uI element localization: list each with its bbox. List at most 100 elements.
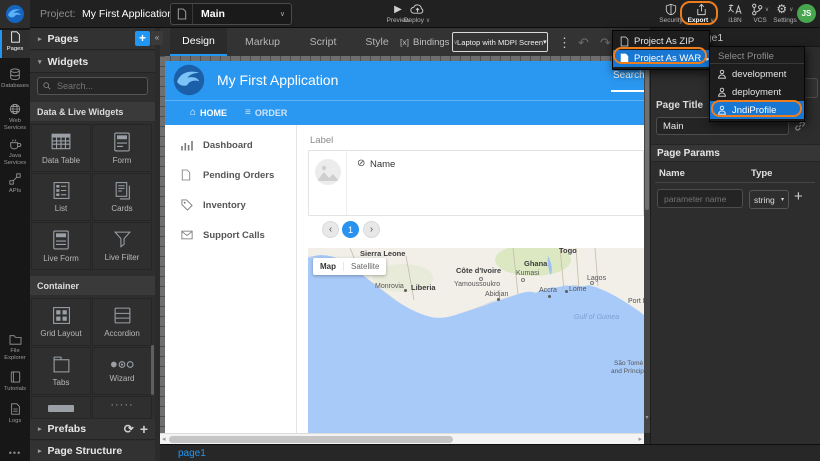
rail-item-file-explorer[interactable]: File Explorer [0,332,30,362]
chevron-down-icon: ∨ [765,6,769,13]
add-prefab-icon[interactable]: + [140,421,148,437]
menu-item-deployment[interactable]: deployment [710,83,804,101]
horizontal-scroll-thumb[interactable] [169,436,453,443]
profile-person-icon [717,87,727,97]
pagination-next[interactable]: › [363,221,380,238]
select-profile-header: Select Profile [710,49,804,64]
tab-design[interactable]: Design [170,28,227,56]
widget-list[interactable]: List [31,173,91,221]
kebab-menu-icon[interactable]: ⋮ [558,35,571,51]
map-label-togo: Togo [559,248,577,255]
deploy-button[interactable]: Deploy ∨ [402,2,432,24]
rail-item-logs[interactable]: Logs [0,402,30,425]
widget-live-filter[interactable]: Live Filter [92,222,152,270]
refresh-icon[interactable]: ⟳ [124,422,134,436]
file-zip-icon [620,36,629,47]
prefabs-section-header[interactable]: ▸ Prefabs ⟳ + [30,419,155,440]
add-page-button[interactable]: + [135,31,150,46]
dots-icon: ····· [110,399,133,411]
app-menu-support-calls[interactable]: Support Calls [165,223,296,247]
section-data-live-widgets: Data & Live Widgets [30,102,155,121]
widget-live-form[interactable]: Live Form [31,222,91,270]
tab-script[interactable]: Script [298,28,348,56]
menu-item-development[interactable]: development [710,65,804,83]
nav-item-home[interactable]: ⌂ HOME [190,107,227,118]
canvas-horizontal-scrollbar[interactable]: ◂ ▸ [160,433,644,444]
app-menu-dashboard[interactable]: Dashboard [165,133,296,157]
footer-page-tab[interactable]: page1 [178,448,206,459]
page-params-header[interactable]: Page Params [651,144,820,162]
widget-wizard[interactable]: Wizard [92,347,152,395]
branch-icon [751,3,763,16]
bar-chart-icon [181,140,195,151]
app-menu-inventory[interactable]: Inventory [165,193,296,217]
redo-icon[interactable]: ↷ [600,35,611,51]
widget-tabs[interactable]: Tabs [31,347,91,395]
tab-markup[interactable]: Markup [235,28,290,56]
app-search-label[interactable]: Search [613,70,644,81]
deploy-cloud-icon [410,2,425,16]
map-label-sierra-leone: Sierra Leone [360,249,405,258]
map-label-gulf-of-guinea: Gulf of Guinea [574,314,619,321]
wavemaker-logo-icon[interactable] [0,0,30,28]
bindings-button[interactable]: [x] Bindings ∨ [400,28,458,56]
pagination-page-1[interactable]: 1 [342,221,359,238]
rail-item-java-services[interactable]: Java Services [0,137,30,167]
rail-item-databases[interactable]: Databases [0,67,30,90]
map-button[interactable]: Map [313,262,344,271]
vertical-scroll-thumb[interactable] [645,60,649,210]
scroll-left-icon[interactable]: ◂ [162,435,166,443]
home-icon: ⌂ [190,107,196,118]
gear-icon: ⚙ [776,2,787,16]
nav-item-order[interactable]: ≡ ORDER [245,107,287,118]
widget-form[interactable]: Form [92,124,152,172]
rail-item-pages[interactable]: Pages [0,30,30,58]
widget-accordion[interactable]: Accordion [92,298,152,346]
partial-widget-tile[interactable]: ····· [92,396,152,419]
bar-icon [48,405,74,412]
rail-item-apis[interactable]: APIs [0,172,30,195]
map-label-yamoussoukro: Yamoussoukro [454,281,500,288]
page-selector[interactable]: Main ∨ [170,3,292,25]
widget-cards[interactable]: Cards [92,173,152,221]
collapse-panel-button[interactable]: « [151,31,163,45]
page-structure-section-header[interactable]: ▸ Page Structure [30,441,155,461]
app-menu-pending-orders[interactable]: Pending Orders [165,163,296,187]
section-container: Container [30,276,155,295]
chevron-down-icon: ▾ [781,196,784,203]
panel-scrollbar-thumb[interactable] [151,345,154,395]
pages-section-header[interactable]: ▸ Pages + [30,28,155,50]
google-map-widget[interactable]: Sierra Leone Monrovia Liberia Côte d'Ivo… [308,248,644,433]
page-title-label: Page Title [656,100,703,111]
widgets-section-header[interactable]: ▾ Widgets [30,51,155,73]
card-name-label: Name [370,159,395,170]
tab-style[interactable]: Style [356,28,398,56]
app-navbar: ⌂ HOME ≡ ORDER [165,100,644,125]
envelope-icon [181,230,195,240]
user-avatar[interactable]: JS [797,4,816,23]
device-selector[interactable]: Laptop with MDPI Screen ▾ [452,32,548,52]
widget-data-table[interactable]: Data Table [31,124,91,172]
rail-item-tutorials[interactable]: Tutorials [0,370,30,393]
partial-widget-tile[interactable] [31,396,91,419]
rail-item-web-services[interactable]: Web Services [0,102,30,132]
widget-search-input[interactable] [55,80,140,92]
rail-more-icon[interactable]: ••• [0,448,30,458]
param-type-select[interactable]: string ▾ [749,190,789,209]
map-label-monrovia: Monrovia [375,283,404,290]
param-name-input[interactable] [657,189,743,208]
satellite-button[interactable]: Satellite [344,262,386,271]
widget-search[interactable] [37,77,148,95]
label-widget[interactable]: Label [310,135,333,146]
scroll-right-icon[interactable]: ▸ [638,435,642,443]
add-param-button[interactable]: + [794,188,803,205]
app-header[interactable]: My First Application Search [165,61,644,100]
folder-icon [9,332,22,346]
settings-button[interactable]: ⚙∨ Settings [770,2,800,24]
pagination-prev[interactable]: ‹ [322,221,339,238]
card-widget[interactable]: ⊘ Name [308,150,644,216]
undo-icon[interactable]: ↶ [578,35,589,51]
widget-grid-layout[interactable]: Grid Layout [31,298,91,346]
annotation-export-highlight [680,1,718,25]
widgets-panel: ▸ Pages + ▾ Widgets Data & Live Widgets … [30,28,155,461]
